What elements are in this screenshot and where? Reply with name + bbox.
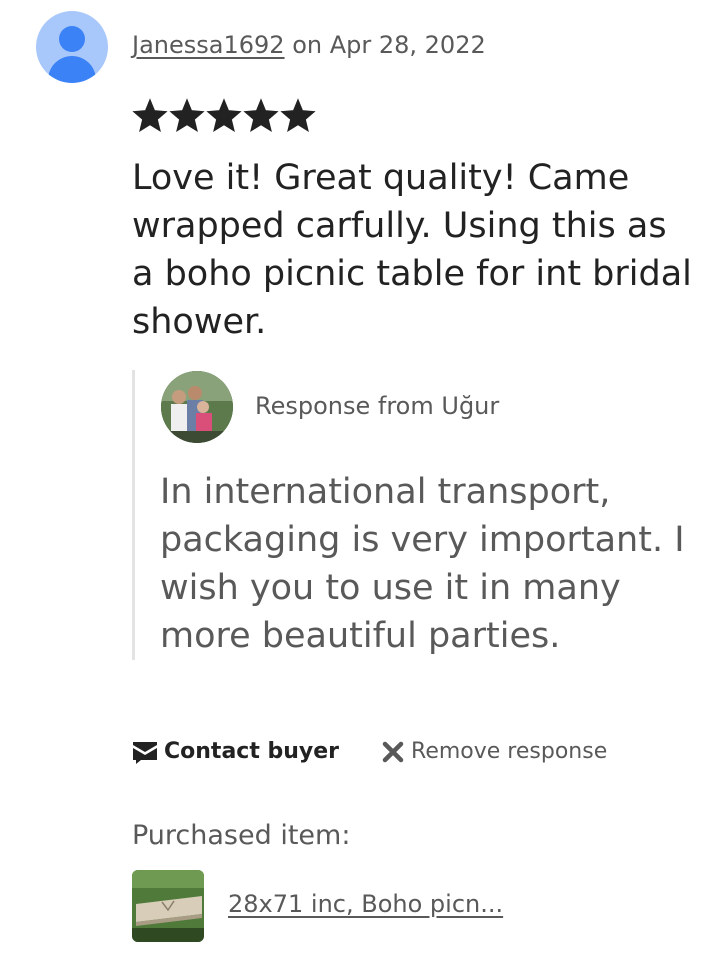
star-icon [280,98,316,132]
remove-response-button[interactable]: Remove response [381,739,607,764]
purchased-item-label: Purchased item: [132,820,351,851]
review-actions: Contact buyer Remove response [132,739,607,764]
close-icon [382,741,404,762]
star-icon [132,98,168,132]
reviewer-avatar[interactable] [36,11,108,83]
envelope-icon [133,741,157,764]
reviewer-username-link[interactable]: Janessa1692 [132,31,285,59]
purchased-item-link[interactable]: 28x71 inc, Boho picn... [228,890,503,918]
contact-buyer-label: Contact buyer [164,739,340,764]
avatar-head [59,26,85,52]
response-from-label: Response from Uğur [255,392,500,420]
avatar-body [48,56,96,83]
seller-photo-icon [161,371,233,443]
review-date: on Apr 28, 2022 [284,31,486,59]
purchased-item-thumbnail[interactable] [132,870,204,942]
seller-avatar[interactable] [161,371,233,443]
review-meta: Janessa1692 on Apr 28, 2022 [132,31,486,59]
product-image [132,870,204,942]
star-rating [132,98,316,134]
contact-buyer-button[interactable]: Contact buyer [132,739,339,764]
star-icon [169,98,205,132]
review-text: Love it! Great quality! Came wrapped car… [132,158,692,342]
seller-response: Response from Uğur In international tran… [132,370,702,660]
review-card: Janessa1692 on Apr 28, 2022 Love it! Gre… [0,0,719,958]
star-icon [206,98,242,132]
star-icon [243,98,279,132]
response-text: In international transport, packaging is… [160,472,685,656]
remove-response-label: Remove response [411,739,608,764]
